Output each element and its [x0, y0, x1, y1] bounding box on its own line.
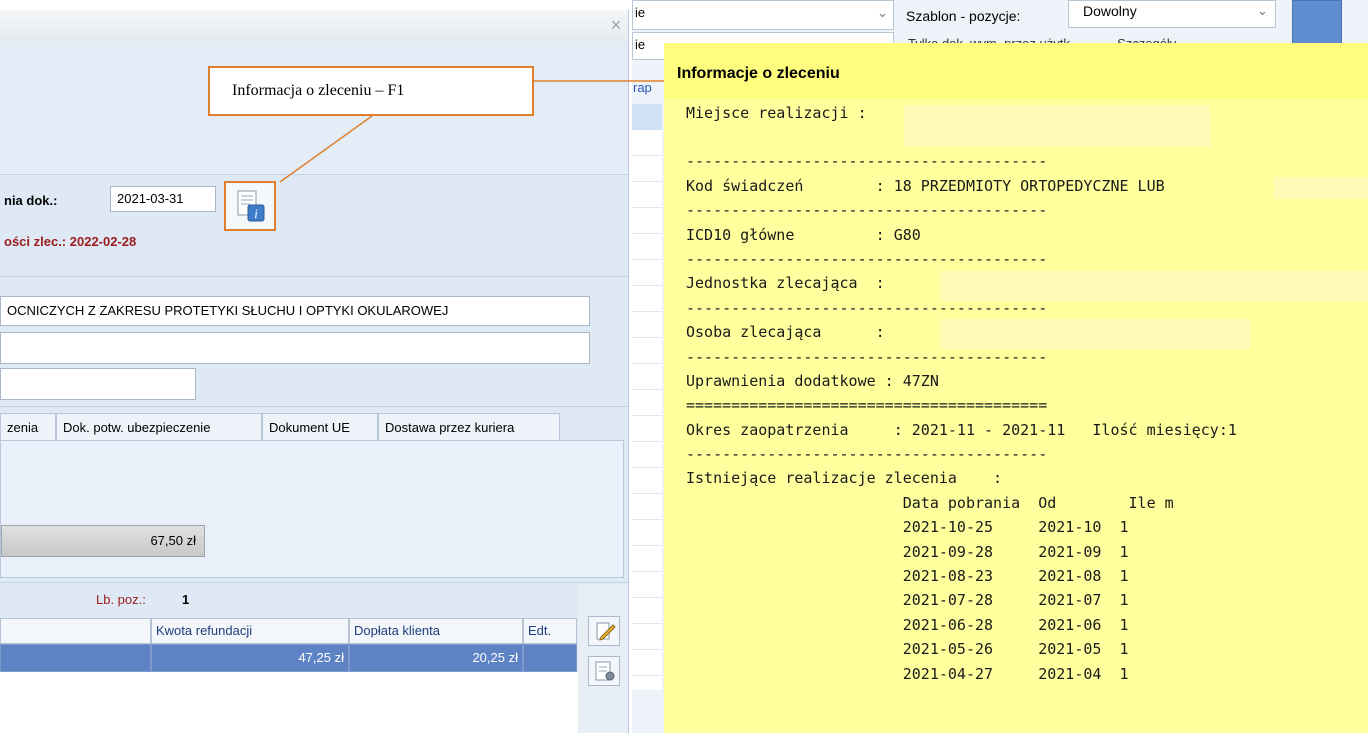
popup-line: Miejsce realizacji : [686, 104, 867, 122]
popup-line: ICD10 główne : G80 [686, 225, 921, 244]
popup-line: Data pobrania Od Ile m [686, 493, 1174, 512]
popup-line: ---------------------------------------- [686, 298, 1048, 317]
popup-line: ---------------------------------------- [686, 249, 1048, 268]
popup-line: 2021-10-25 2021-10 1 [686, 518, 1129, 537]
popup-line: ---------------------------------------- [686, 152, 1048, 171]
popup-line: 2021-06-28 2021-06 1 [686, 615, 1129, 634]
popup-line: 2021-05-26 2021-05 1 [686, 640, 1129, 659]
popup-line [686, 125, 1237, 149]
popup-line: Okres zaopatrzenia : 2021-11 - 2021-11 I… [686, 420, 1237, 439]
popup-line: Uprawnienia dodatkowe : 47ZN [686, 371, 939, 390]
popup-line: ======================================== [686, 396, 1048, 415]
redacted-region [1274, 177, 1368, 199]
popup-line: ---------------------------------------- [686, 445, 1048, 464]
popup-header: Informacje o zleceniu [664, 43, 1368, 99]
popup-line: Kod świadczeń : 18 PRZEDMIOTY ORTOPEDYCZ… [686, 176, 1165, 195]
popup-line: 2021-07-28 2021-07 1 [686, 591, 1129, 610]
popup-title: Informacje o zleceniu [677, 65, 840, 82]
popup-line: Istniejące realizacje zlecenia : [686, 469, 1003, 488]
callout-box: Informacja o zleceniu – F1 [208, 66, 534, 116]
callout-text: Informacja o zleceniu – F1 [232, 82, 405, 99]
popup-line: Osoba zlecająca : [686, 323, 885, 342]
popup-line: Jednostka zlecająca : [686, 274, 885, 293]
popup-lines: Miejsce realizacji : --------------------… [686, 101, 1237, 686]
popup-line: ---------------------------------------- [686, 347, 1048, 366]
popup-line: 2021-09-28 2021-09 1 [686, 542, 1129, 561]
popup-body: Miejsce realizacji : --------------------… [686, 101, 1237, 686]
order-info-popup: Informacje o zleceniu Miejsce realizacji… [664, 43, 1368, 733]
popup-line: ---------------------------------------- [686, 201, 1048, 220]
popup-line: 2021-04-27 2021-04 1 [686, 664, 1129, 683]
popup-line: 2021-08-23 2021-08 1 [686, 567, 1129, 586]
